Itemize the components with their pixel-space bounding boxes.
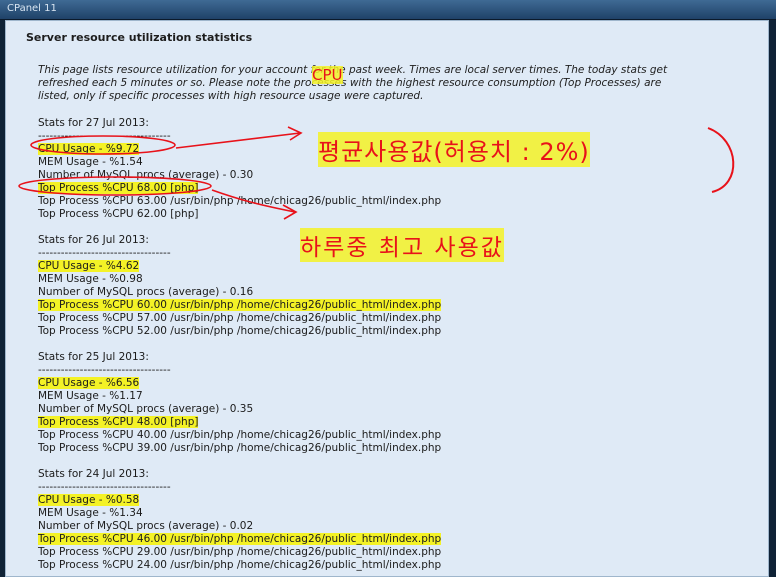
top-process: Top Process %CPU 63.00 /usr/bin/php /hom…: [38, 195, 442, 207]
annotation-average-usage: 평균사용값(허용치 : 2%): [318, 132, 590, 167]
mem-usage: MEM Usage - %1.17: [38, 390, 143, 402]
day-stats-24-jul: Stats for 24 Jul 2013: -----------------…: [38, 468, 738, 572]
mem-usage: MEM Usage - %1.34: [38, 507, 143, 519]
top-process: Top Process %CPU 62.00 [php]: [38, 208, 199, 220]
intro-line: This page lists resource utilization for…: [38, 64, 668, 76]
page-title: Server resource utilization statistics: [26, 31, 253, 44]
day-header: Stats for 25 Jul 2013:: [38, 351, 149, 363]
window-title: CPanel 11: [7, 3, 57, 14]
top-process: Top Process %CPU 46.00 /usr/bin/php /hom…: [38, 533, 442, 545]
cpu-usage: CPU Usage - %4.62: [38, 260, 140, 272]
intro-line: listed, only if specific processes with …: [38, 90, 424, 102]
top-process: Top Process %CPU 39.00 /usr/bin/php /hom…: [38, 442, 442, 454]
cpu-usage: CPU Usage - %0.58: [38, 494, 140, 506]
cpu-usage: CPU Usage - %9.72: [38, 143, 140, 155]
window-titlebar: CPanel 11: [0, 0, 776, 20]
separator: -----------------------------------: [38, 481, 171, 493]
annotation-daily-peak: 하루중 최고 사용값: [300, 228, 504, 262]
top-process: Top Process %CPU 40.00 /usr/bin/php /hom…: [38, 429, 442, 441]
day-header: Stats for 27 Jul 2013:: [38, 117, 149, 129]
mysql-procs: Number of MySQL procs (average) - 0.02: [38, 520, 254, 532]
mysql-procs: Number of MySQL procs (average) - 0.16: [38, 286, 254, 298]
mysql-procs: Number of MySQL procs (average) - 0.30: [38, 169, 254, 181]
top-process: Top Process %CPU 68.00 [php]: [38, 182, 199, 194]
top-process: Top Process %CPU 57.00 /usr/bin/php /hom…: [38, 312, 442, 324]
intro-line: refreshed each 5 minutes or so. Please n…: [38, 77, 662, 89]
annotation-cpu-label: CPU: [312, 66, 343, 84]
top-process: Top Process %CPU 29.00 /usr/bin/php /hom…: [38, 546, 442, 558]
top-process: Top Process %CPU 24.00 /usr/bin/php /hom…: [38, 559, 442, 571]
top-process: Top Process %CPU 52.00 /usr/bin/php /hom…: [38, 325, 442, 337]
cpu-usage: CPU Usage - %6.56: [38, 377, 140, 389]
intro-text: This page lists resource utilization for…: [38, 64, 738, 103]
top-process: Top Process %CPU 60.00 /usr/bin/php /hom…: [38, 299, 442, 311]
day-stats-25-jul: Stats for 25 Jul 2013: -----------------…: [38, 351, 738, 455]
stats-panel: Server resource utilization statistics T…: [5, 20, 769, 577]
mysql-procs: Number of MySQL procs (average) - 0.35: [38, 403, 254, 415]
separator: -----------------------------------: [38, 364, 171, 376]
mem-usage: MEM Usage - %0.98: [38, 273, 143, 285]
day-header: Stats for 24 Jul 2013:: [38, 468, 149, 480]
top-process: Top Process %CPU 48.00 [php]: [38, 416, 199, 428]
